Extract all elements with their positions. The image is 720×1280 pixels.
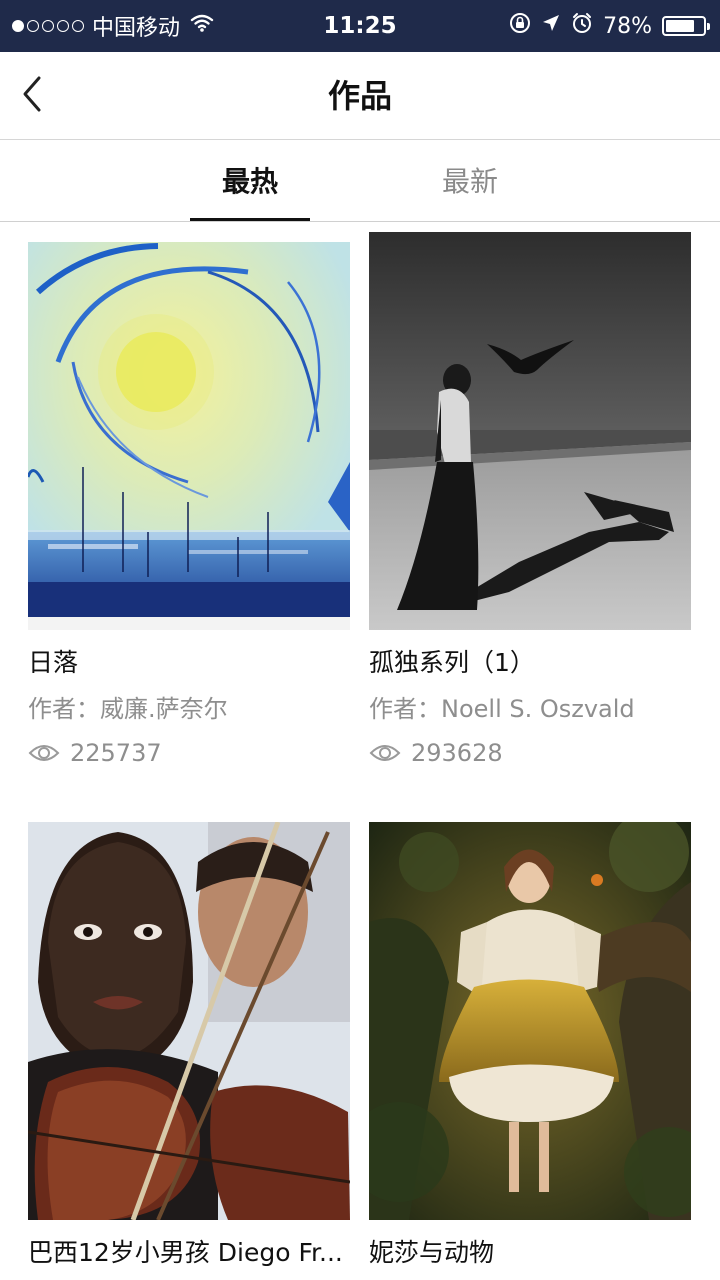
eye-icon <box>369 741 401 765</box>
view-count: 225737 <box>70 739 162 767</box>
eye-icon <box>28 741 60 765</box>
view-count: 293628 <box>411 739 503 767</box>
battery-fill <box>666 20 694 32</box>
artwork-card[interactable]: 妮莎与动物 <box>369 822 691 1270</box>
status-right: 78% <box>509 0 710 52</box>
artwork-author: 作者：Noell S. Oszvald <box>369 695 635 723</box>
tab-bar: 最热 最新 <box>0 141 720 222</box>
battery-percent: 78% <box>603 13 652 39</box>
location-arrow-icon <box>541 13 561 39</box>
tab-hottest[interactable]: 最热 <box>190 141 310 221</box>
back-button[interactable] <box>10 70 54 122</box>
battery-icon <box>662 16 710 36</box>
artwork-author: 作者：威廉.萨奈尔 <box>28 695 228 723</box>
page-title: 作品 <box>327 77 392 115</box>
artwork-title: 巴西12岁小男孩 Diego Fr... <box>28 1238 343 1267</box>
status-bar: 中国移动 11:25 78% <box>0 0 720 52</box>
rotation-lock-icon <box>509 12 531 40</box>
artwork-card[interactable]: 孤独系列（1） 作者：Noell S. Oszvald 293628 <box>369 232 691 770</box>
artwork-views: 225737 <box>28 736 350 770</box>
artwork-views: 293628 <box>369 736 691 770</box>
battery-tip <box>707 23 710 30</box>
navigation-bar: 作品 <box>0 52 720 140</box>
artwork-card[interactable]: 巴西12岁小男孩 Diego Fr... <box>28 822 350 1270</box>
artwork-title: 妮莎与动物 <box>369 1238 495 1267</box>
chevron-left-icon <box>19 74 45 118</box>
artwork-title: 日落 <box>28 648 79 677</box>
artwork-card[interactable]: 日落 作者：威廉.萨奈尔 225737 <box>28 232 350 770</box>
artwork-image-solitude[interactable] <box>369 232 691 630</box>
artwork-image-boy-violin[interactable] <box>28 822 350 1220</box>
alarm-clock-icon <box>571 12 593 40</box>
artwork-image-sunset[interactable] <box>28 232 350 630</box>
tab-newest[interactable]: 最新 <box>410 141 530 221</box>
artwork-title: 孤独系列（1） <box>369 648 535 677</box>
artwork-image-girl-forest[interactable] <box>369 822 691 1220</box>
